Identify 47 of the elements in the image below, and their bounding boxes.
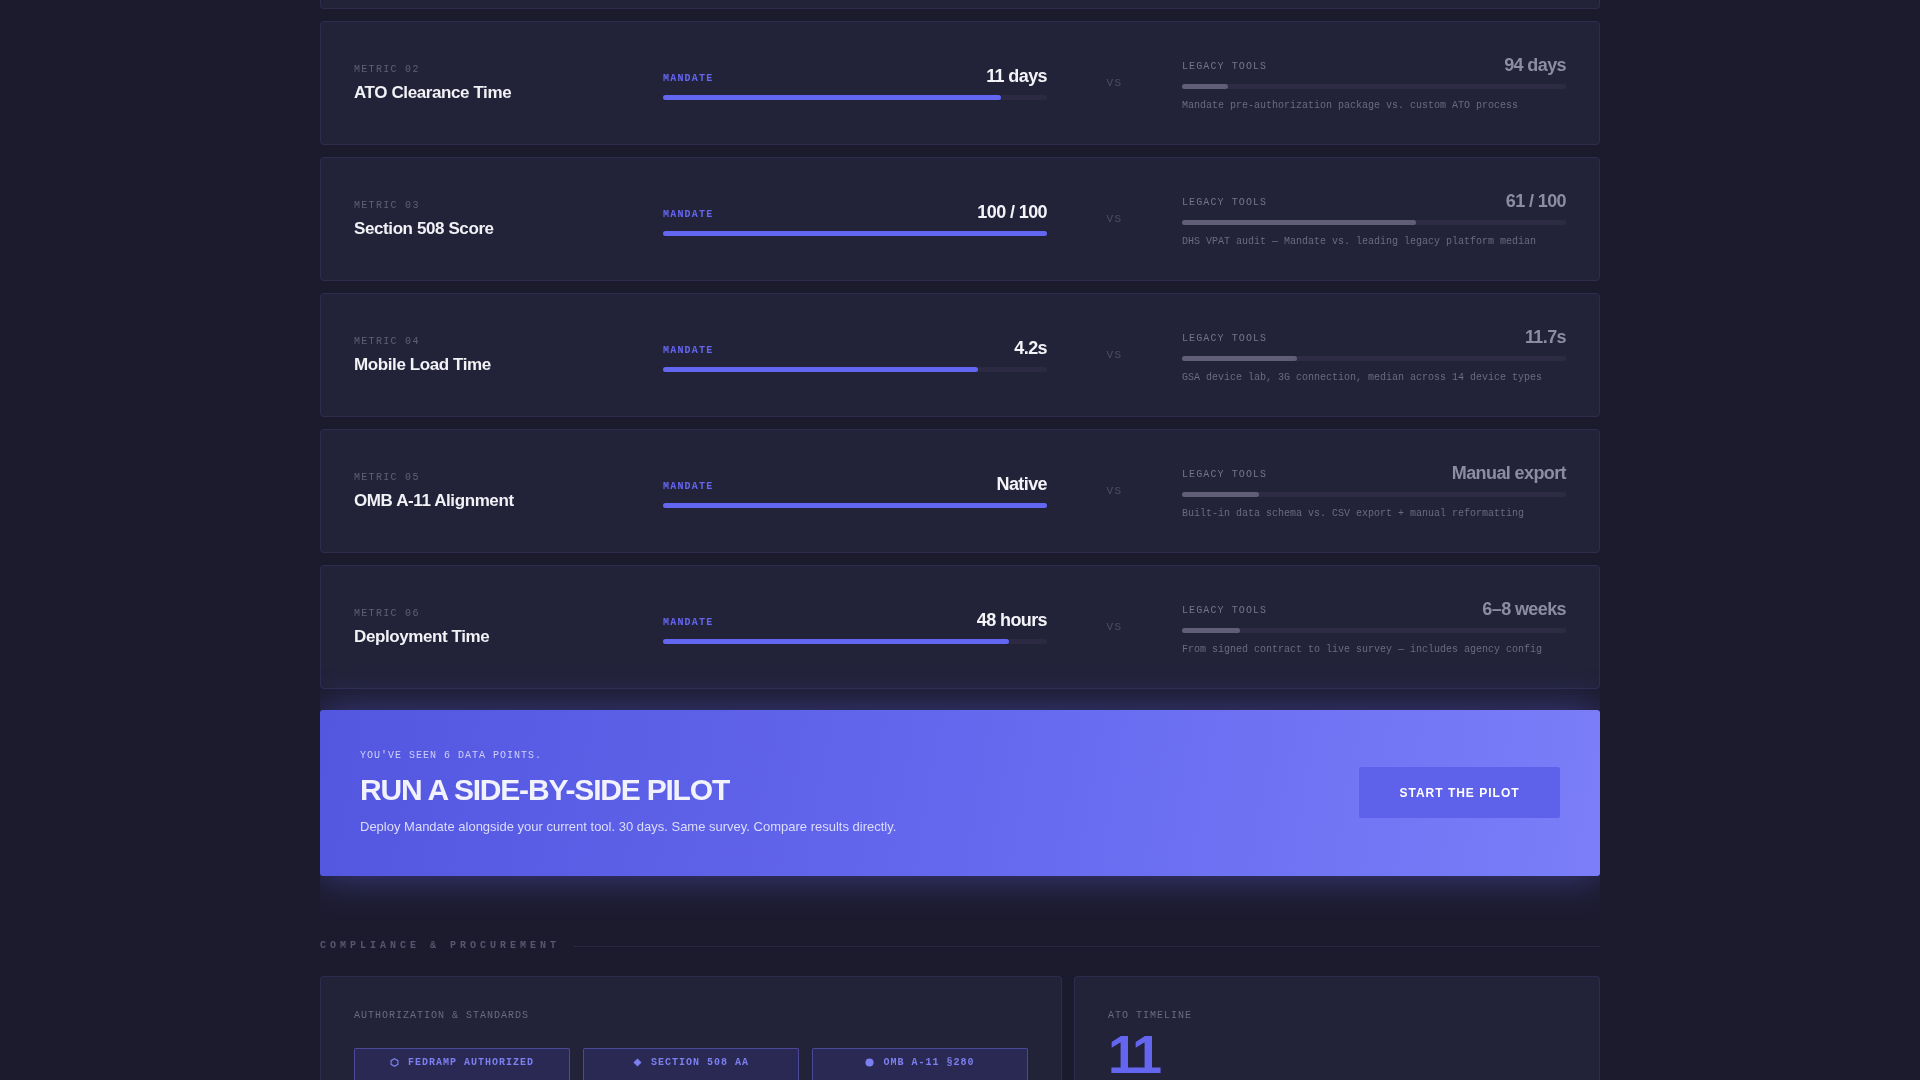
section-heading: COMPLIANCE & PROCUREMENT — [320, 939, 561, 953]
metric-title: Mobile Load Time — [354, 355, 492, 375]
metric-title: Deployment Time — [354, 627, 491, 647]
mandate-label: MANDATE — [663, 479, 714, 494]
hexagon-icon — [390, 1058, 399, 1067]
mandate-value: 11 days — [986, 64, 1047, 87]
mandate-label: MANDATE — [663, 207, 714, 222]
legacy-value: 94 days — [1504, 53, 1566, 76]
legacy-note: From signed contract to live survey — includes agency config — [1182, 642, 1544, 657]
legacy-note: DHS VPAT audit — Mandate vs. leading legacy platform median — [1182, 234, 1538, 249]
legacy-label: LEGACY TOOLS — [1182, 467, 1268, 482]
card-label: ATO TIMELINE — [1108, 1009, 1192, 1023]
legacy-note: GSA device lab, 3G connection, median across 14 device types — [1182, 370, 1544, 385]
metric-label: METRIC 04 — [354, 335, 421, 349]
mandate-label: MANDATE — [663, 615, 714, 630]
legacy-value: 61 / 100 — [1505, 189, 1566, 212]
legacy-label: LEGACY TOOLS — [1182, 331, 1268, 346]
legacy-value: 6–8 weeks — [1482, 597, 1566, 620]
cta-description: Deploy Mandate alongside your current tool. 30 days. Same survey. Compare results directly. — [360, 819, 897, 835]
diamond-icon — [633, 1058, 642, 1067]
card-label: AUTHORIZATION & STANDARDS — [354, 1009, 530, 1023]
metric-title: ATO Clearance Time — [354, 83, 513, 103]
legacy-label: LEGACY TOOLS — [1182, 603, 1268, 618]
legacy-note: Mandate pre-authorization package vs. custom ATO process — [1182, 98, 1520, 113]
mandate-value: 4.2s — [1014, 336, 1047, 359]
metric-label: METRIC 03 — [354, 199, 421, 213]
cta-title: RUN A SIDE-BY-SIDE PILOT — [360, 773, 729, 807]
badge-label: FEDRAMP AUTHORIZED — [408, 1057, 534, 1068]
mandate-label: MANDATE — [663, 71, 714, 86]
mandate-value: 48 hours — [976, 608, 1047, 631]
cta-eyebrow: YOU'VE SEEN 6 DATA POINTS. — [360, 749, 543, 763]
badge-label: OMB A-11 §280 — [883, 1057, 975, 1068]
ato-value: 11 — [1108, 1030, 1160, 1079]
legacy-label: LEGACY TOOLS — [1182, 195, 1268, 210]
mandate-label: MANDATE — [663, 343, 714, 358]
badge-label: SECTION 508 AA — [651, 1057, 749, 1068]
legacy-value: 11.7s — [1524, 325, 1566, 348]
mandate-value: Native — [996, 472, 1047, 495]
legacy-note: Built-in data schema vs. CSV export + manual reformatting — [1182, 506, 1526, 521]
metric-title: OMB A-11 Alignment — [354, 491, 515, 511]
start-pilot-button[interactable]: START THE PILOT — [1359, 767, 1560, 818]
dot-icon — [865, 1058, 875, 1067]
legacy-label: LEGACY TOOLS — [1182, 59, 1268, 74]
mandate-value: 100 / 100 — [977, 200, 1047, 223]
metric-title: Section 508 Score — [354, 219, 495, 239]
legacy-value: Manual export — [1451, 461, 1566, 484]
metric-label: METRIC 05 — [354, 471, 421, 485]
